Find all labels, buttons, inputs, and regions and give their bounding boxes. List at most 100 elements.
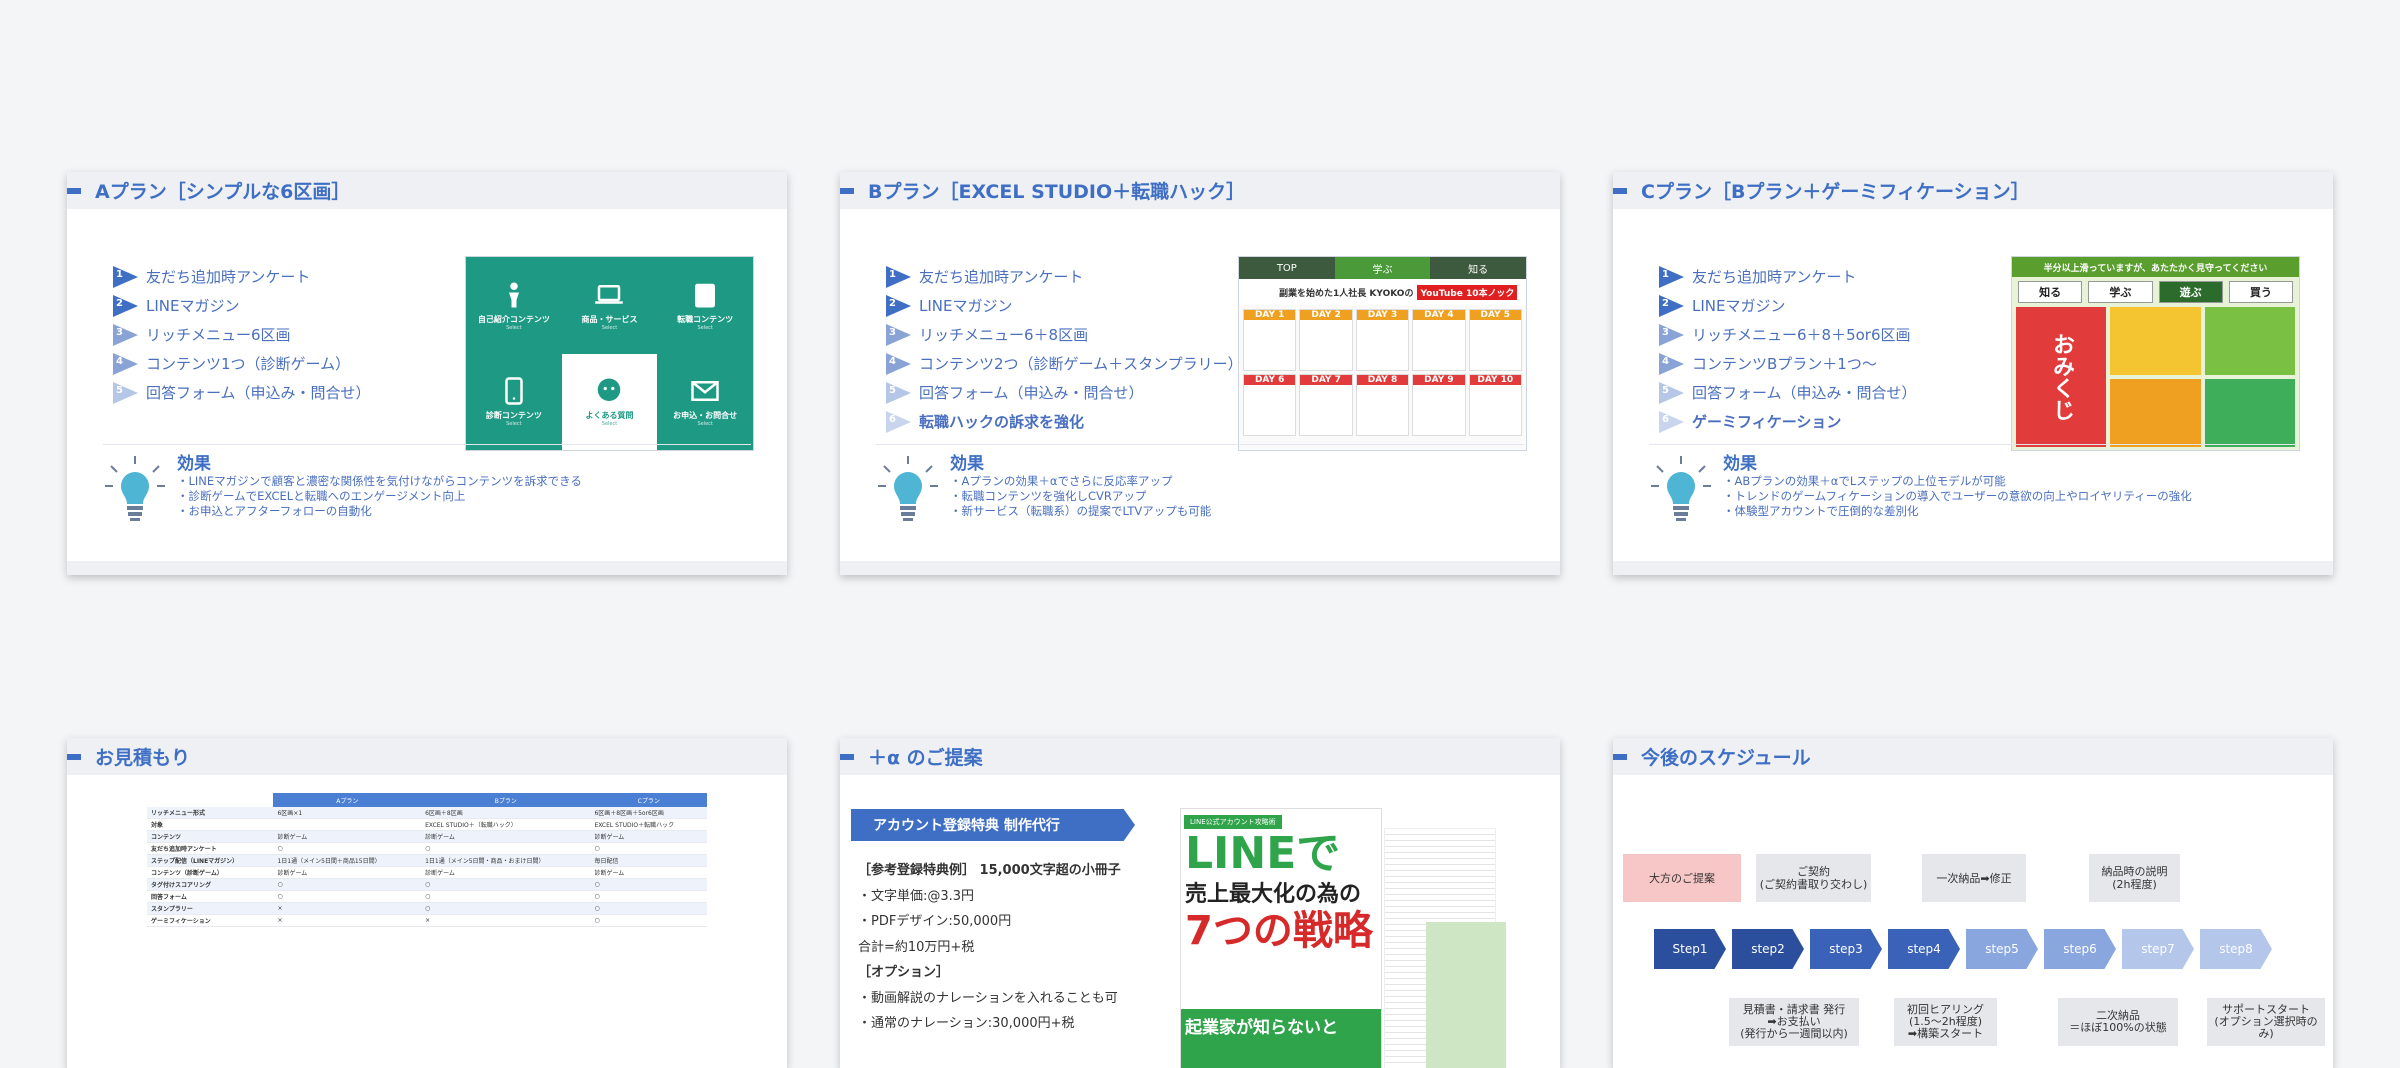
effect-line: ・Aプランの効果＋αでさらに反応率アップ [950,474,1173,488]
card-header: Bプラン［EXCEL STUDIO＋転職ハック］ [840,172,1560,209]
schedule-bottom-box: サポートスタート (オプション選択時のみ) [2207,998,2325,1046]
number-marker: 4 [113,352,138,375]
quote-table: Aプラン Bプラン Cプラン リッチメニュー形式 6区画×1 6区画＋8区画 6区画＋8区画… [147,793,707,927]
schedule-top-box: ご契約 (ご契約書取り交わし) [1756,854,1871,902]
number-marker: 4 [886,352,911,375]
table-row: コンテンツ（診断ゲーム） 診断ゲーム 診断ゲーム 診断ゲーム [147,866,707,879]
feature-item: 3 リッチメニュー6区画 [113,320,371,349]
day-tile[interactable]: DAY 9 [1412,374,1466,436]
feature-item: 1 友だち追加時アンケート [113,262,371,291]
feature-item: 3 リッチメニュー6＋8＋5or6区画 [1659,320,1917,349]
timeline-step: step5 [1966,929,2038,969]
day-tile[interactable]: DAY 10 [1468,374,1522,436]
day-tile[interactable]: DAY 5 [1468,309,1522,371]
card-title: ＋α のご提案 [868,747,983,769]
number-marker: 2 [113,294,138,317]
mail-icon [691,381,719,402]
effect-line: ・トレンドのゲームフィケーションの導入でユーザーの意欲の向上やロイヤリティーの強… [1723,489,2192,503]
banner-tab[interactable]: TOP [1239,257,1335,279]
feature-item: 3 リッチメニュー6＋8区画 [886,320,1243,349]
banner-tab[interactable]: 知る [2018,281,2083,303]
number-marker: 1 [113,265,138,288]
card-title: Cプラン［Bプラン＋ゲーミフィケーション］ [1641,181,2030,203]
schedule-top-box: 納品時の説明 (2h程度) [2089,854,2180,902]
card-header: Cプラン［Bプラン＋ゲーミフィケーション］ [1613,172,2333,209]
number-marker: 2 [1659,294,1684,317]
banner-tab[interactable]: 学ぶ [2088,281,2153,303]
youtube-badge: YouTube 10本ノック [1417,284,1518,300]
table-row: スタンプラリー × ○ ○ [147,902,707,915]
rich-menu-tile[interactable]: 商品・サービス Select [561,257,658,354]
lightbulb-icon [1651,456,1711,521]
day-tile[interactable]: DAY 3 [1355,309,1410,371]
day-tile[interactable]: DAY 4 [1412,309,1466,371]
plan-b-card: Bプラン［EXCEL STUDIO＋転職ハック］ 1 友だち追加時アンケート 2 LI… [840,172,1560,575]
rich-menu-tile[interactable]: 自己紹介コンテンツ Select [466,257,562,354]
day-tile[interactable]: DAY 8 [1355,374,1410,436]
effect-line: ・ABプランの効果＋αでLステップの上位モデルが可能 [1723,474,2006,488]
timeline-step: step3 [1810,929,1882,969]
number-marker: 1 [1659,265,1684,288]
offer-line: ・文字単価:@3.3円 [858,888,975,904]
rich-menu-tile[interactable]: 転職コンテンツ Select [657,257,753,354]
schedule-bottom-box: 初回ヒアリング (1.5〜2h程度) ➡構築スタート [1894,998,1997,1046]
lightbulb-icon [878,456,938,521]
offer-details: ［参考登録特典例］ 15,000文字超の小冊子 ・文字単価:@3.3円・PDFデザ… [858,858,1121,1037]
feature-item: 4 コンテンツ1つ（診断ゲーム） [113,349,371,378]
day-tile[interactable]: DAY 1 [1243,309,1297,371]
timeline-step: step7 [2122,929,2194,969]
card-title: お見積もり [95,747,191,769]
banner-tab[interactable]: 学ぶ [1334,257,1431,279]
rich-menu-banner: TOP 学ぶ 知る 副業を始めた1人社長 KYOKOの YouTube 10本ノック… [1238,256,1527,451]
day-tile[interactable]: DAY 7 [1299,374,1353,436]
table-row: 友だち追加時アンケート ○ ○ ○ [147,842,707,855]
effect-title: 効果 [1723,454,1757,474]
effect-line: ・LINEマガジンで顧客と濃密な関係性を気付けながらコンテンツを訴求できる [177,474,582,488]
feature-item: 4 コンテンツBプラン＋1つ〜 [1659,349,1917,378]
effect-title: 効果 [950,454,984,474]
book-title-3: 7つの戦略 [1185,908,1373,954]
banner-tab[interactable]: 知る [1430,257,1526,279]
effect-line: ・お申込とアフターフォローの自動化 [177,504,372,518]
number-marker: 3 [113,323,138,346]
banner-tab[interactable]: 買う [2228,281,2293,303]
table-header [147,793,274,807]
feature-item: 4 コンテンツ2つ（診断ゲーム＋スタンプラリー） [886,349,1243,378]
timeline-step: step8 [2200,929,2272,969]
timeline-step: Step1 [1654,929,1726,969]
rich-menu-tile[interactable]: よくある質問 Select [561,353,658,450]
card-header: 今後のスケジュール [1613,738,2333,775]
schedule-top-box: 一次納品➡修正 [1922,854,2026,902]
table-row: ステップ配信（LINEマガジン） 1日1通（メイン5日間＋商品15日間） 1日1通（… [147,854,707,867]
number-marker: 5 [1659,381,1684,404]
lightbulb-icon [105,456,165,521]
offer-line: ・PDFデザイン:50,000円 [858,914,1012,929]
rich-menu-tile[interactable]: 診断コンテンツ Select [466,353,562,450]
effect-section: 効果 ・ABプランの効果＋αでLステップの上位モデルが可能 ・トレンドのゲームフィケ… [1649,454,2192,524]
card-header: ＋α のご提案 [840,738,1560,775]
feature-item: 2 LINEマガジン [886,291,1243,320]
table-header: Aプラン [273,793,422,807]
rich-menu-tile[interactable]: お申込・お問合せ Select [657,353,753,450]
feature-item: 5 回答フォーム（申込み・問合せ） [113,378,371,407]
offer-line: ［参考登録特典例］ 15,000文字超の小冊子 [858,863,1121,878]
effect-line: ・診断ゲームでEXCELと転職へのエンゲージメント向上 [177,489,466,503]
day-tile[interactable]: DAY 6 [1243,374,1297,436]
day-tile[interactable]: DAY 2 [1299,309,1353,371]
number-marker: 5 [886,381,911,404]
feature-item: 6 転職ハックの訴求を強化 [886,407,1243,436]
table-header: Bプラン [421,793,591,807]
plan-c-card: Cプラン［Bプラン＋ゲーミフィケーション］ 1 友だち追加時アンケート 2 LINEマ… [1613,172,2333,575]
feature-list: 1 友だち追加時アンケート 2 LINEマガジン 3 リッチメニュー6区画 4 コンテンツ1つ… [113,262,371,407]
book-title-2: 売上最大化の為の [1185,882,1362,907]
quote-card: お見積もり Aプラン Bプラン Cプラン リッチメニュー形式 6区画×1 6区画＋8区画 6… [67,738,787,1068]
feature-item: 5 回答フォーム（申込み・問合せ） [886,378,1243,407]
table-row: タグ付けスコアリング ○ ○ ○ [147,878,707,891]
banner-headline: 副業を始めた1人社長 KYOKOの [1279,288,1414,299]
booklet-page-green [1426,922,1506,1068]
number-marker: 5 [113,381,138,404]
card-title: Aプラン［シンプルな6区画］ [95,181,351,203]
banner-tab[interactable]: 遊ぶ [2158,281,2223,303]
omikuji-panel: おみくじ [2016,307,2106,447]
offer-line: 合計=約10万円+税 [858,939,975,955]
